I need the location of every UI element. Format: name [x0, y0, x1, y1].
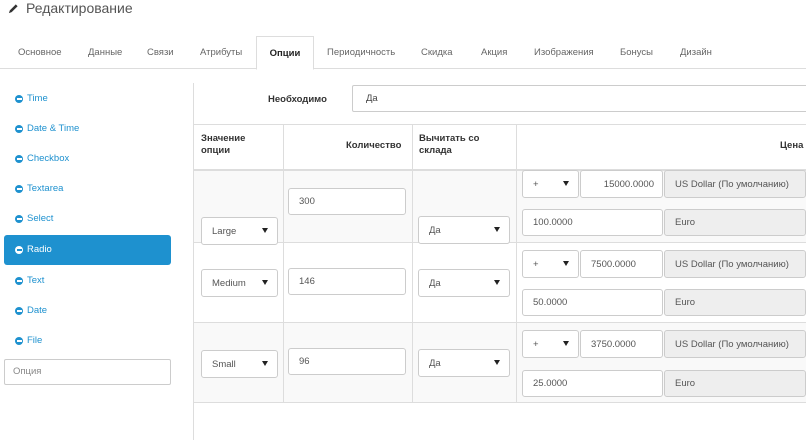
- price-input[interactable]: 100.0000: [522, 209, 663, 236]
- minus-circle-icon[interactable]: [15, 277, 23, 285]
- table-border: [194, 124, 806, 125]
- table-border: [194, 322, 806, 323]
- quantity-input[interactable]: 146: [288, 268, 406, 295]
- tab-discount[interactable]: Скидка: [421, 36, 453, 69]
- sidebar-item-label: Date: [27, 305, 48, 316]
- select-value: Да: [429, 277, 441, 289]
- subtract-select[interactable]: Да: [418, 349, 510, 377]
- caret-down-icon: [262, 280, 268, 285]
- option-autocomplete-input[interactable]: Опция: [4, 359, 171, 385]
- sidebar-item-text[interactable]: Text: [4, 266, 171, 296]
- caret-down-icon: [563, 341, 569, 346]
- subtract-select[interactable]: Да: [418, 216, 510, 244]
- sidebar-item-datetime[interactable]: Date & Time: [4, 114, 171, 144]
- option-value-select[interactable]: Medium: [201, 269, 278, 297]
- select-value: +: [533, 338, 539, 350]
- minus-circle-icon[interactable]: [15, 307, 23, 315]
- page-title: Редактирование: [26, 0, 133, 16]
- sidebar-item-checkbox[interactable]: Checkbox: [4, 144, 171, 174]
- tab-reward[interactable]: Бонусы: [620, 36, 653, 69]
- sidebar-item-date[interactable]: Date: [4, 296, 171, 326]
- sidebar-item-label: Text: [27, 275, 45, 286]
- select-value: Да: [429, 224, 441, 236]
- col-header-price: Цена: [780, 140, 804, 151]
- quantity-input[interactable]: 300: [288, 188, 406, 215]
- caret-down-icon: [494, 280, 500, 285]
- tab-links[interactable]: Связи: [147, 36, 174, 69]
- select-value: Large: [212, 225, 237, 237]
- price-input[interactable]: 50.0000: [522, 289, 663, 316]
- select-value: Да: [429, 357, 441, 369]
- caret-down-icon: [494, 227, 500, 232]
- sidebar-item-textarea[interactable]: Textarea: [4, 174, 171, 204]
- tab-data[interactable]: Данные: [88, 36, 122, 69]
- col-header-value: Значение опции: [201, 133, 246, 156]
- tab-general[interactable]: Основное: [18, 36, 62, 69]
- minus-circle-icon[interactable]: [15, 185, 23, 193]
- currency-label: Euro: [664, 370, 806, 397]
- sidebar-item-label: Checkbox: [27, 153, 70, 164]
- col-header-subtract: Вычитать со склада: [419, 133, 480, 156]
- caret-down-icon: [262, 361, 268, 366]
- tab-bar: Основное Данные Связи Атрибуты Опции Пер…: [0, 36, 806, 70]
- table-border: [194, 402, 806, 403]
- caret-down-icon: [563, 261, 569, 266]
- minus-circle-icon[interactable]: [15, 95, 23, 103]
- currency-label: Euro: [664, 209, 806, 236]
- col-header-quantity: Количество: [346, 140, 402, 151]
- sidebar-item-label: Select: [27, 213, 54, 224]
- table-border: [283, 124, 284, 402]
- currency-label: Euro: [664, 289, 806, 316]
- tab-special[interactable]: Акция: [481, 36, 507, 69]
- price-input[interactable]: 3750.0000: [580, 330, 663, 358]
- sidebar-item-radio[interactable]: Radio: [4, 235, 171, 265]
- required-select[interactable]: Да: [352, 85, 806, 112]
- minus-circle-icon[interactable]: [15, 246, 23, 254]
- price-input[interactable]: 15000.0000: [580, 170, 663, 198]
- subtract-select[interactable]: Да: [418, 269, 510, 297]
- page-heading: Редактирование: [8, 0, 133, 16]
- sidebar-item-label: Time: [27, 93, 48, 104]
- tab-attributes[interactable]: Атрибуты: [200, 36, 242, 69]
- tab-recurring[interactable]: Периодичность: [327, 36, 395, 69]
- quantity-input[interactable]: 96: [288, 348, 406, 375]
- minus-circle-icon[interactable]: [15, 337, 23, 345]
- price-prefix-select[interactable]: +: [522, 170, 579, 198]
- minus-circle-icon[interactable]: [15, 215, 23, 223]
- table-border: [412, 124, 413, 402]
- minus-circle-icon[interactable]: [15, 155, 23, 163]
- pencil-icon: [8, 3, 18, 13]
- sidebar-item-label: Date & Time: [27, 123, 80, 134]
- price-prefix-select[interactable]: +: [522, 330, 579, 358]
- option-value-select[interactable]: Small: [201, 350, 278, 378]
- select-value: +: [533, 178, 539, 190]
- currency-label: US Dollar (По умолчанию): [664, 250, 806, 278]
- tab-images[interactable]: Изображения: [534, 36, 594, 69]
- select-value: +: [533, 258, 539, 270]
- sidebar-item-label: Textarea: [27, 183, 64, 194]
- sidebar-item-file[interactable]: File: [4, 326, 171, 356]
- option-value-select[interactable]: Large: [201, 217, 278, 245]
- caret-down-icon: [494, 360, 500, 365]
- caret-down-icon: [262, 228, 268, 233]
- minus-circle-icon[interactable]: [15, 125, 23, 133]
- table-border: [516, 124, 517, 402]
- sidebar-item-label: File: [27, 335, 43, 346]
- select-value: Small: [212, 358, 236, 370]
- sidebar-item-label: Radio: [27, 244, 52, 255]
- price-input[interactable]: 25.0000: [522, 370, 663, 397]
- caret-down-icon: [563, 181, 569, 186]
- select-value: Medium: [212, 277, 246, 289]
- currency-label: US Dollar (По умолчанию): [664, 170, 806, 198]
- currency-label: US Dollar (По умолчанию): [664, 330, 806, 358]
- tab-options[interactable]: Опции: [256, 36, 314, 70]
- sidebar-item-select[interactable]: Select: [4, 204, 171, 234]
- tab-design[interactable]: Дизайн: [680, 36, 712, 69]
- required-label: Необходимо: [268, 94, 327, 105]
- sidebar-item-time[interactable]: Time: [4, 84, 171, 114]
- price-input[interactable]: 7500.0000: [580, 250, 663, 278]
- price-prefix-select[interactable]: +: [522, 250, 579, 278]
